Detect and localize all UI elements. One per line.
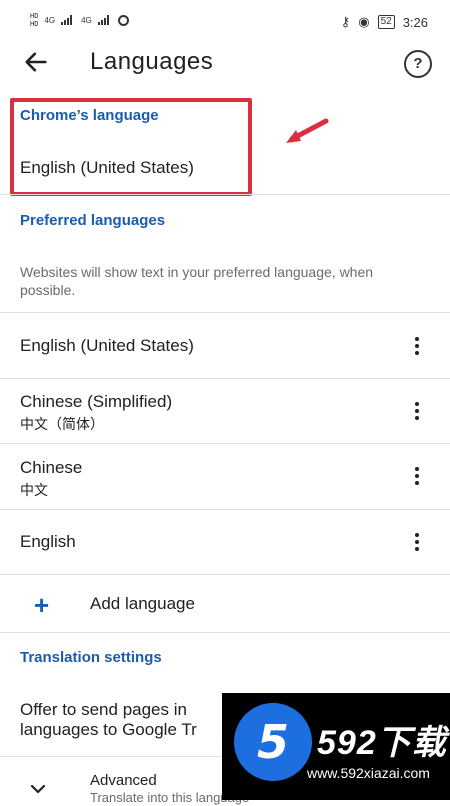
divider [0,632,450,633]
preferred-languages-heading: Preferred languages [20,212,166,229]
language-name: English [20,532,76,551]
highlight-box-annotation [10,98,252,196]
battery-icon: 52 [377,15,395,29]
signal-icon [97,15,112,25]
plus-icon: + [34,590,50,620]
more-vert-icon[interactable] [414,531,420,553]
offer-translate-line1: Offer to send pages in [20,700,187,719]
language-name: Chinese (Simplified) 中文（简体） [20,392,172,434]
offer-translate-line2: languages to Google Tr [20,720,197,739]
sim1-label: HD [30,12,39,20]
language-name: English (United States) [20,336,194,355]
status-right: ⚷ ◉ 52 3:26 [341,14,428,30]
advanced-label: Advanced [90,772,157,789]
divider [0,443,450,444]
help-circle-icon[interactable]: ? [404,50,432,78]
sim-indicator: HD HD [30,12,38,28]
preferred-languages-description: Websites will show text in your preferre… [20,264,374,298]
more-vert-icon[interactable] [414,465,420,487]
language-native-name: 中文 [20,482,48,498]
language-name: Chinese 中文 [20,458,82,500]
watermark-overlay: 5 592下载 www.592xiazai.com [222,693,450,800]
status-left: HD HD 4G 4G [30,12,129,28]
signal-icon [61,15,75,25]
page-title: Languages [90,48,214,75]
status-bar: HD HD 4G 4G ⚷ ◉ 52 3:26 [0,0,450,42]
chevron-down-icon[interactable] [28,780,48,800]
more-vert-icon[interactable] [414,400,420,422]
app-bar: Languages ? [0,42,450,82]
network-label-2: 4G [81,15,92,25]
divider [0,312,450,313]
watermark-url: www.592xiazai.com [307,765,430,781]
clock: 3:26 [402,14,428,30]
add-language-label: Add language [90,594,195,613]
offer-translate-setting[interactable]: Offer to send pages in languages to Goog… [20,700,197,740]
language-native-name: 中文（简体） [20,416,104,432]
annotation-arrow-icon [286,118,329,143]
eye-icon: ◉ [358,14,370,29]
sim2-label: HD [30,20,39,28]
arrow-left-icon[interactable] [22,48,50,76]
divider [0,574,450,575]
key-icon: ⚷ [340,14,351,29]
app-notification-icon [117,14,129,26]
watermark-brand: 592下载 [317,724,447,762]
divider [0,378,450,379]
network-label-1: 4G [44,15,56,25]
language-name-text: Chinese (Simplified) [20,392,173,411]
divider [0,509,450,510]
language-name-text: Chinese [20,458,83,477]
translation-settings-heading: Translation settings [20,649,162,666]
watermark-logo: 5 [234,703,312,781]
more-vert-icon[interactable] [414,335,420,357]
divider [0,194,450,195]
